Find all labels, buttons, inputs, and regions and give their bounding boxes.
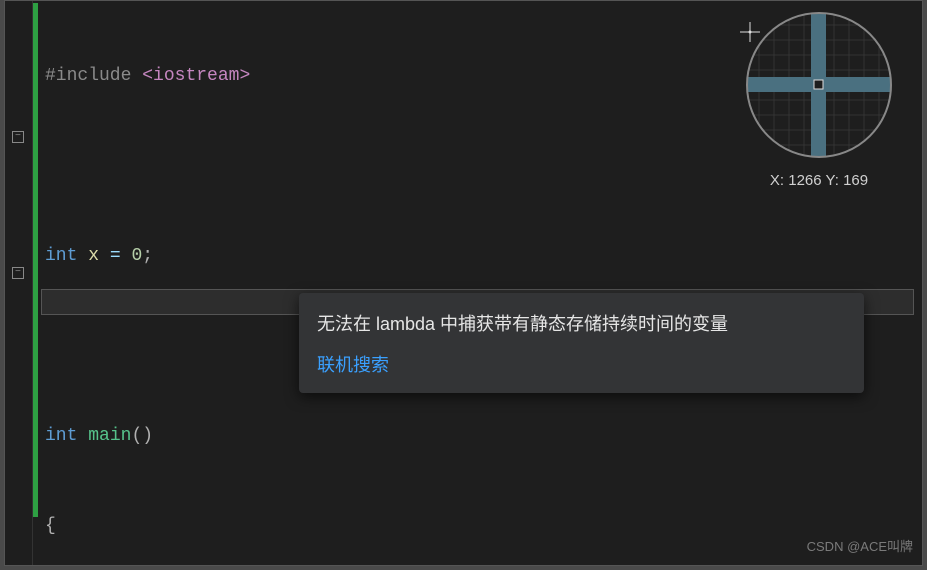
fold-toggle-icon[interactable]: −: [12, 267, 24, 279]
error-message: 无法在 lambda 中捕获带有静态存储持续时间的变量: [317, 311, 846, 338]
error-tooltip: 无法在 lambda 中捕获带有静态存储持续时间的变量 联机搜索: [299, 293, 864, 393]
change-indicator: [33, 3, 38, 517]
pixel-coordinates: X: 1266 Y: 169: [729, 166, 909, 196]
code-line[interactable]: int x = 0;: [45, 241, 922, 271]
editor-gutter: − −: [5, 1, 33, 565]
pixel-inspector-overlay: X: 1266 Y: 169: [729, 10, 909, 196]
search-online-link[interactable]: 联机搜索: [317, 352, 846, 379]
code-line[interactable]: int main(): [45, 421, 922, 451]
watermark-text: CSDN @ACE叫牌: [807, 532, 913, 562]
fold-toggle-icon[interactable]: −: [12, 131, 24, 143]
code-line[interactable]: {: [45, 511, 922, 541]
magnifier-icon: [744, 10, 894, 160]
